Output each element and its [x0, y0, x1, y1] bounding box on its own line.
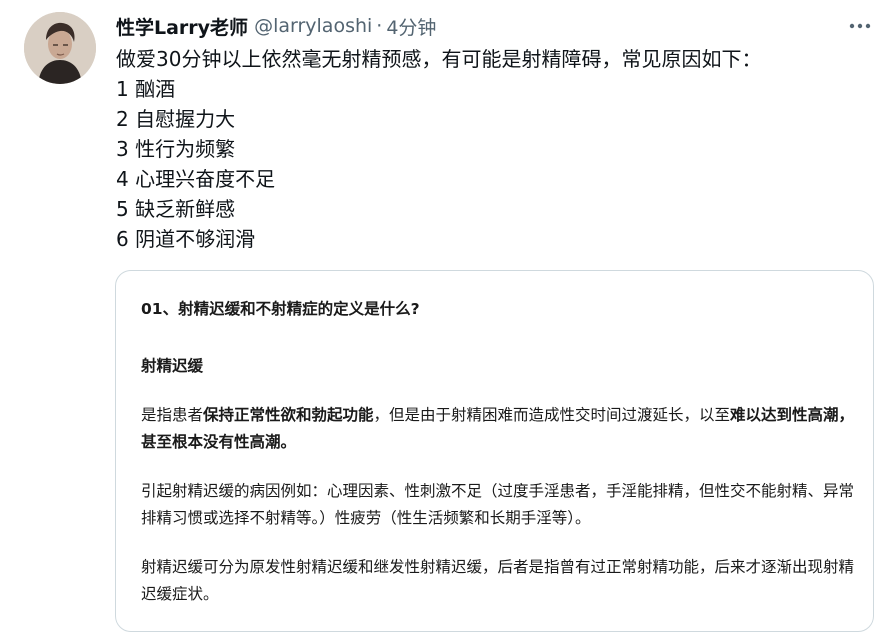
- card-subtitle: 射精迟缓: [141, 357, 204, 375]
- tweet-line: 做爱30分钟以上依然毫无射精预感，有可能是射精障碍，常见原因如下：: [116, 47, 762, 71]
- tweet-line: 6 阴道不够润滑: [116, 227, 256, 251]
- avatar[interactable]: [24, 12, 96, 84]
- card-paragraph-types: 射精迟缓可分为原发性射精迟缓和继发性射精迟缓，后者是指曾有过正常射精功能，后来才…: [141, 558, 855, 603]
- avatar-portrait-image: [24, 12, 96, 84]
- tweet-line: 1 酗酒: [116, 77, 176, 101]
- tweet-line: 5 缺乏新鲜感: [116, 197, 236, 221]
- card-paragraph-causes: 引起射精迟缓的病因例如：心理因素、性刺激不足（过度手淫患者，手淫能排精，但性交不…: [141, 482, 855, 527]
- attached-image-card[interactable]: 01、射精迟缓和不射精症的定义是什么? 射精迟缓 是指患者保持正常性欲和勃起功能…: [115, 270, 874, 632]
- meta-separator: ·: [376, 15, 383, 37]
- tweet-line: 4 心理兴奋度不足: [116, 167, 276, 191]
- author-name[interactable]: 性学Larry老师: [116, 13, 248, 40]
- tweet-header: 性学Larry老师 @larrylaoshi · 4分钟: [116, 12, 855, 40]
- more-options-button[interactable]: [845, 14, 875, 38]
- card-paragraph-definition: 是指患者保持正常性欲和勃起功能，但是由于射精困难而造成性交时间过渡延长，以至难以…: [141, 402, 856, 456]
- attached-image-content: 01、射精迟缓和不射精症的定义是什么? 射精迟缓 是指患者保持正常性欲和勃起功能…: [141, 296, 856, 608]
- text-run: 是指患者: [141, 406, 204, 424]
- tweet-timestamp[interactable]: 4分钟: [386, 13, 436, 40]
- author-handle[interactable]: @larrylaoshi: [254, 15, 372, 37]
- card-title: 01、射精迟缓和不射精症的定义是什么?: [141, 300, 420, 318]
- tweet-line: 3 性行为频繁: [116, 137, 236, 161]
- bold-text-run: 保持正常性欲和勃起功能: [203, 406, 374, 424]
- text-run: ，但是由于射精困难而造成性交时间过渡延长，以至: [373, 406, 731, 424]
- tweet-text: 做爱30分钟以上依然毫无射精预感，有可能是射精障碍，常见原因如下： 1 酗酒 2…: [116, 44, 876, 254]
- more-horizontal-icon: [849, 23, 871, 29]
- tweet-line: 2 自慰握力大: [116, 107, 236, 131]
